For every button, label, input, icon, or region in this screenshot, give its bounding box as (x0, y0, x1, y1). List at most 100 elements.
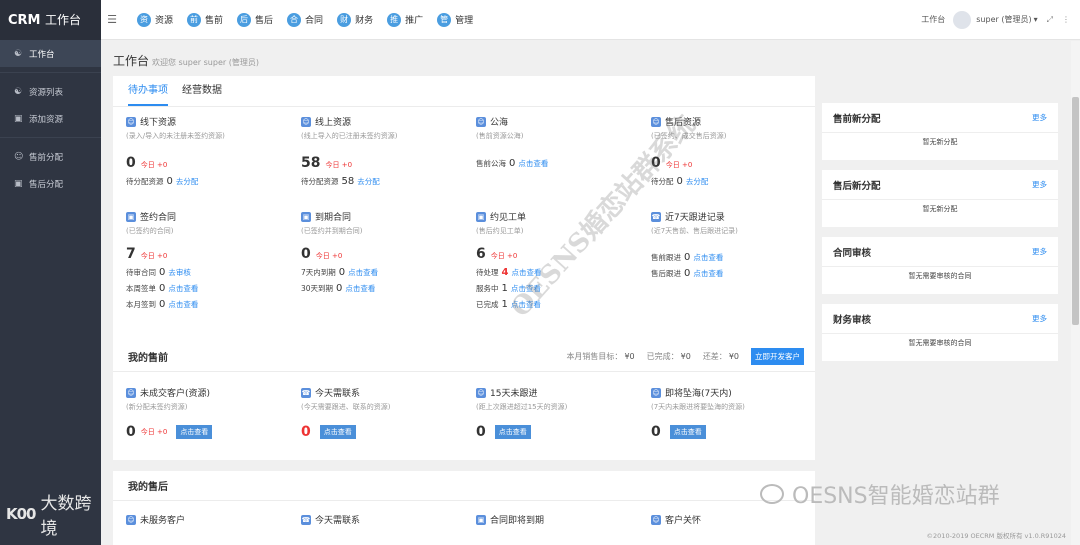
phone-icon: ☎ (301, 514, 311, 525)
view-link[interactable]: 点击查看 (168, 283, 198, 294)
scrollbar[interactable] (1071, 41, 1080, 545)
user-icon: ☺ (476, 116, 486, 127)
workspace-link[interactable]: 工作台 (921, 14, 945, 25)
nav-aftersale[interactable]: 后售后 (237, 12, 273, 27)
view-link[interactable]: 点击查看 (518, 158, 548, 169)
users-icon: ☯ (14, 86, 23, 97)
presale-unclosed: ☺ 未成交客户(资源) (新分配未签约资源) 0 今日 +0 点击查看 (126, 386, 301, 440)
top-navbar: ☰ 资资源 前售前 后售后 合合同 财财务 推推广 管管理 工作台 super … (101, 0, 1080, 40)
watermark-logo: OESNS智能婚恋站群 (760, 478, 1000, 510)
aftersale-icon: 后 (237, 12, 252, 27)
develop-customer-button[interactable]: 立即开发客户 (751, 348, 804, 365)
document-icon: ▣ (476, 514, 486, 525)
todo-signed-contract: ▣ 签约合同 (已签约的合同) 7 今日 +0 待审合同 0 去审核 本周签单 0 点击查看… (126, 211, 199, 310)
view-button[interactable]: 点击查看 (669, 425, 706, 439)
fullscreen-icon[interactable]: ⤢ (1047, 15, 1053, 25)
document-icon: ▣ (301, 211, 311, 222)
footer-copyright: ©2010-2019 OECRM 版权所有 v1.0.R91024 (926, 532, 1066, 540)
sidebar-item-add-resource[interactable]: ▣ 添加资源 (0, 105, 101, 132)
page-subtitle: 欢迎您 super super (管理员) (152, 58, 259, 67)
todo-expiring-contract: ▣ 到期合同 (已签约并到期合同) 0 今日 +0 7天内到期 0 点击查看 30天到期… (301, 211, 379, 294)
view-button[interactable]: 点击查看 (176, 425, 213, 439)
contract-icon: 合 (287, 12, 302, 27)
tab-todo[interactable]: 待办事项 (128, 76, 168, 106)
user-menu[interactable]: super (管理员) (976, 14, 1031, 25)
user-icon: ☺ (126, 514, 136, 525)
todo-offline-resource: ☺ 线下资源 (录入/导入的未注册未签约资源) 0 今日 +0 待分配资源 0 去分配 (126, 116, 225, 187)
user-icon: ☺ (651, 514, 661, 525)
more-link[interactable]: 更多 (1032, 313, 1047, 324)
section-title: 我的售前 (128, 353, 168, 364)
user-icon: ☺ (14, 151, 24, 162)
my-aftersale-panel: 我的售后 ☺ 未服务客户 ☎ 今天需联系 ▣ 合同即将到期 ☺ 客户关怀 (113, 471, 815, 545)
nav-resource[interactable]: 资资源 (137, 12, 173, 27)
assign-link[interactable]: 去分配 (176, 176, 199, 187)
brand-logo[interactable]: CRM 工作台 (0, 0, 101, 40)
caret-down-icon[interactable]: ▾ (1034, 15, 1038, 24)
aftersale-new-assign-card: 售后新分配 更多 暂无新分配 (822, 170, 1058, 227)
aftersale-contact-today: ☎ 今天需联系 (301, 514, 361, 526)
tab-business-data[interactable]: 经营数据 (182, 76, 222, 106)
my-presale-panel: 我的售前 本月销售目标： ¥0 已完成： ¥0 还差： ¥0 立即开发客户 ☺ 未成交客… (113, 342, 815, 460)
gear-icon: 管 (437, 12, 452, 27)
view-link[interactable]: 点击查看 (345, 283, 375, 294)
avatar[interactable] (953, 10, 972, 29)
assign-link[interactable]: 去分配 (686, 176, 709, 187)
presale-15days-no-followup: ☺ 15天未跟进 (距上次跟进超过15天的资源) 0 点击查看 (476, 387, 568, 440)
presale-new-assign-card: 售前新分配 更多 暂无新分配 (822, 103, 1058, 160)
user-icon: ☺ (301, 116, 311, 127)
todo-panel: 待办事项 经营数据 ☺ 线下资源 (录入/导入的未注册未签约资源) 0 今日 +0 … (113, 76, 815, 376)
nav-management[interactable]: 管管理 (437, 12, 473, 27)
presale-contact-today: ☎ 今天需联系 (今天需要跟进、联系的资源) 0 点击查看 (301, 387, 391, 440)
nav-presale[interactable]: 前售前 (187, 12, 223, 27)
phone-icon: ☎ (651, 211, 661, 222)
sidebar-item-presale-assign[interactable]: ☺ 售前分配 (0, 143, 101, 170)
share-icon: 推 (387, 12, 402, 27)
sidebar-item-aftersale-assign[interactable]: ▣ 售后分配 (0, 170, 101, 197)
aftersale-contract-expiring: ▣ 合同即将到期 (476, 514, 545, 526)
view-button[interactable]: 点击查看 (494, 425, 531, 439)
wechat-icon (760, 484, 784, 504)
main-content: 工作台 欢迎您 super super (管理员) 待办事项 经营数据 ☺ 线下资… (101, 41, 1071, 545)
assign-link[interactable]: 去分配 (357, 176, 380, 187)
users-icon: ☯ (14, 48, 23, 59)
todo-followup-records: ☎ 近7天跟进记录 (近7天售前、售后跟进记录) 售前跟进 0 点击查看 售后跟进 0 点… (651, 211, 738, 279)
nav-promotion[interactable]: 推推广 (387, 12, 423, 27)
more-link[interactable]: 更多 (1032, 246, 1047, 257)
nav-contract[interactable]: 合合同 (287, 12, 323, 27)
todo-online-resource: ☺ 线上资源 (线上导入的已注册未签约资源) 58 今日 +0 待分配资源 58 去分配 (301, 116, 398, 187)
finance-review-card: 财务审核 更多 暂无需要审核的合同 (822, 304, 1058, 361)
view-link[interactable]: 点击查看 (693, 252, 723, 263)
sidebar: CRM 工作台 ☯ 工作台 ☯ 资源列表 ▣ 添加资源 ☺ 售前分配 ▣ 售后分配 K00… (0, 0, 101, 545)
bigdata-logo-icon: K00 (6, 505, 36, 523)
scrollbar-thumb[interactable] (1072, 97, 1079, 325)
sidebar-item-workbench[interactable]: ☯ 工作台 (0, 40, 101, 67)
view-link[interactable]: 点击查看 (168, 299, 198, 310)
page-title: 工作台 (113, 54, 150, 68)
document-icon: ▣ (14, 178, 23, 189)
presale-falling-sea: ☺ 即将坠海(7天内) (7天内未跟进将要坠海的资源) 0 点击查看 (651, 387, 745, 440)
user-icon: ☺ (126, 116, 136, 127)
view-link[interactable]: 点击查看 (348, 267, 378, 278)
user-icon: ☺ (476, 387, 486, 398)
view-button[interactable]: 点击查看 (319, 425, 356, 439)
more-vertical-icon[interactable]: ⋮ (1062, 15, 1070, 24)
document-icon: ▣ (476, 211, 486, 222)
view-link[interactable]: 点击查看 (693, 268, 723, 279)
user-icon: ☺ (126, 387, 136, 398)
user-icon: ☺ (651, 387, 661, 398)
presale-icon: 前 (187, 12, 202, 27)
resource-icon: 资 (137, 12, 151, 27)
menu-toggle-icon[interactable]: ☰ (101, 13, 123, 26)
more-link[interactable]: 更多 (1032, 179, 1047, 190)
section-title: 我的售后 (128, 482, 168, 493)
finance-icon: 财 (337, 12, 352, 27)
more-link[interactable]: 更多 (1032, 112, 1047, 123)
phone-icon: ☎ (301, 387, 311, 398)
nav-finance[interactable]: 财财务 (337, 12, 373, 27)
contract-review-card: 合同审核 更多 暂无需要审核的合同 (822, 237, 1058, 294)
aftersale-customer-care: ☺ 客户关怀 (651, 514, 702, 526)
review-link[interactable]: 去审核 (168, 267, 191, 278)
aftersale-unserved: ☺ 未服务客户 (126, 514, 186, 526)
sidebar-item-resource-list[interactable]: ☯ 资源列表 (0, 78, 101, 105)
